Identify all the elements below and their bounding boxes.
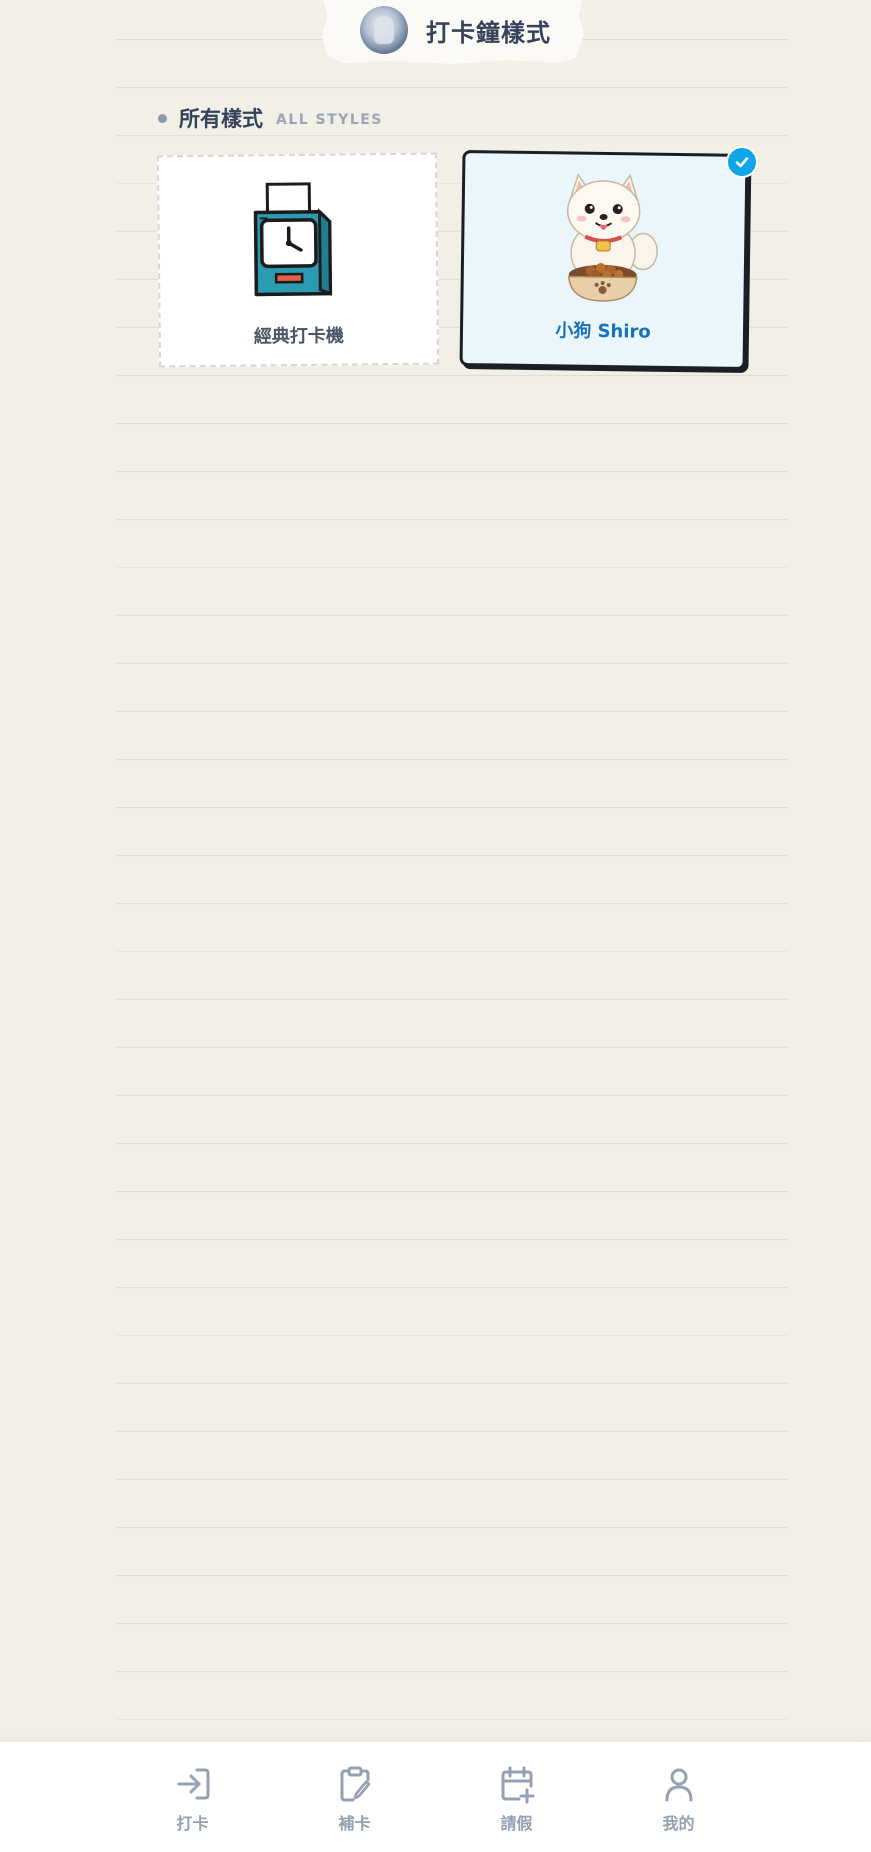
style-card-shiro[interactable]: 小狗 Shiro [459, 150, 749, 370]
calendar-plus-icon [501, 1766, 534, 1804]
section-subtitle: ALL STYLES [276, 111, 383, 128]
bottom-nav: 打卡 補卡 請假 我的 [0, 1742, 871, 1852]
nav-label: 打卡 [176, 1814, 209, 1833]
shiro-dog-icon [566, 172, 658, 302]
section-header: 所有樣式 ALL STYLES [158, 103, 383, 133]
nav-item-punch[interactable]: 打卡 [112, 1742, 274, 1852]
punch-clock-icon [253, 182, 333, 297]
selected-check-icon [726, 146, 758, 178]
style-card-label: 小狗 Shiro [555, 320, 651, 343]
user-icon [665, 1768, 692, 1802]
style-card-label: 經典打卡機 [253, 325, 344, 348]
clipboard-edit-icon [340, 1766, 370, 1802]
nav-label: 請假 [500, 1814, 533, 1833]
avatar[interactable] [360, 6, 408, 54]
nav-label: 補卡 [338, 1814, 371, 1833]
nav-item-makeup[interactable]: 補卡 [274, 1742, 436, 1852]
nav-item-leave[interactable]: 請假 [436, 1742, 598, 1852]
sign-in-icon [177, 1768, 209, 1800]
style-card-classic[interactable]: 經典打卡機 [156, 152, 440, 368]
section-title: 所有樣式 [179, 107, 263, 131]
nav-item-profile[interactable]: 我的 [598, 1742, 760, 1852]
nav-label: 我的 [662, 1814, 695, 1833]
bullet-dot [158, 113, 167, 123]
page-header: 打卡鐘樣式 [322, 0, 584, 64]
page-title: 打卡鐘樣式 [426, 18, 551, 47]
